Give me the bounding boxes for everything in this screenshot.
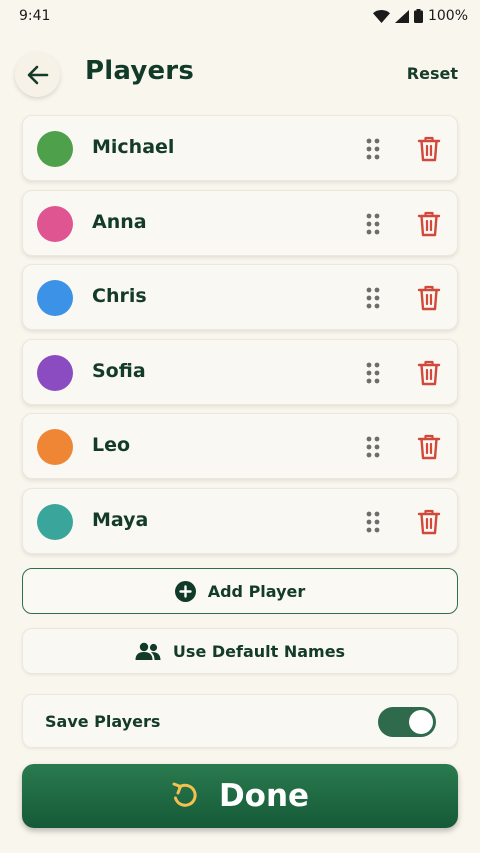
player-name[interactable]: Sofia [92,360,146,382]
player-name[interactable]: Maya [92,509,148,531]
player-row-4[interactable]: Sofia [22,338,458,405]
save-players-label: Save Players [45,712,161,731]
signal-icon [394,9,409,23]
battery-level: 100% [427,8,468,24]
player-row-5[interactable]: Leo [22,413,458,480]
trash-icon[interactable] [416,433,442,461]
battery-icon [413,9,423,23]
status-time: 9:41 [19,8,51,24]
use-default-names-label: Use Default Names [172,641,346,661]
trash-icon[interactable] [416,508,442,536]
back-button[interactable] [15,52,60,97]
player-color-swatch[interactable] [37,205,73,242]
trash-icon[interactable] [416,210,442,238]
player-color-swatch[interactable] [37,503,73,540]
drag-handle-icon[interactable] [363,361,383,385]
player-color-swatch[interactable] [37,280,73,317]
status-bar: 9:41 100% [0,0,480,32]
player-row-2[interactable]: Anna [22,189,458,256]
plus-circle-icon [174,580,196,602]
player-name[interactable]: Anna [92,211,147,233]
drag-handle-icon[interactable] [363,510,383,534]
toggle-knob [409,710,433,734]
player-name[interactable]: Leo [92,434,130,456]
player-name[interactable]: Chris [92,285,147,307]
reset-button[interactable]: Reset [407,64,458,83]
add-player-button[interactable]: Add Player [22,568,458,614]
done-button[interactable]: Done [22,764,458,828]
use-default-names-button[interactable]: Use Default Names [22,628,458,674]
status-icons: 100% [372,8,468,24]
save-players-row: Save Players [22,694,458,748]
add-player-label: Add Player [207,581,306,601]
player-list: Michael Anna Chris Sofia Leo Maya [22,115,458,563]
arrow-left-icon [27,65,48,84]
page-title: Players [85,56,194,86]
header: Players Reset [0,48,480,104]
people-icon [135,642,161,660]
player-row-3[interactable]: Chris [22,264,458,331]
drag-handle-icon[interactable] [363,212,383,236]
done-label: Done [218,778,310,814]
save-players-toggle[interactable] [378,707,436,737]
player-row-6[interactable]: Maya [22,487,458,554]
trash-icon[interactable] [416,359,442,387]
player-color-swatch[interactable] [37,131,73,167]
trash-icon[interactable] [416,284,442,312]
player-color-swatch[interactable] [37,354,73,391]
drag-handle-icon[interactable] [363,137,383,161]
player-row-1[interactable]: Michael [22,115,458,181]
rotate-icon [172,782,197,807]
trash-icon[interactable] [416,135,442,163]
wifi-icon [372,9,390,23]
drag-handle-icon[interactable] [363,435,383,459]
player-name[interactable]: Michael [92,136,174,158]
drag-handle-icon[interactable] [363,286,383,310]
player-color-swatch[interactable] [37,429,73,466]
